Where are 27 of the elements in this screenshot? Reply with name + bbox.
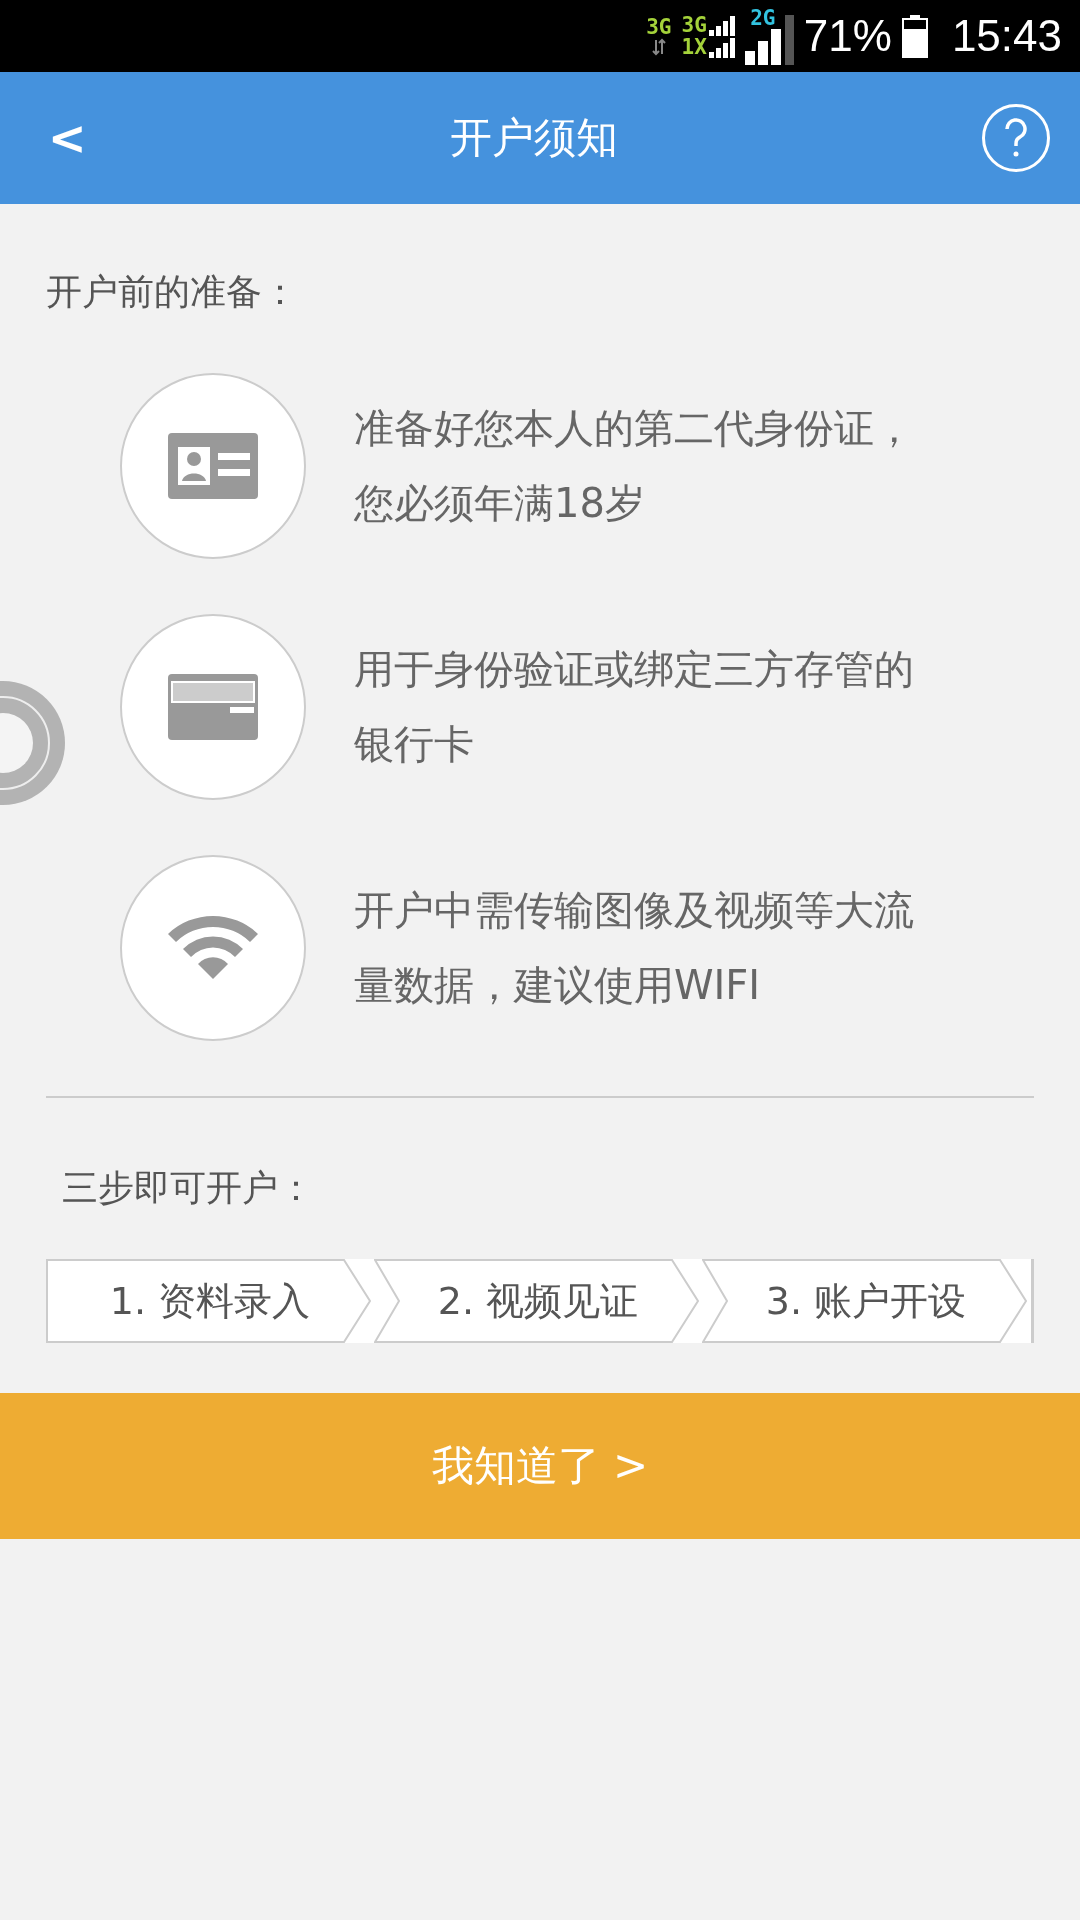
wifi-icon [168,915,258,981]
battery-icon [901,14,928,58]
bank-card-icon [168,674,258,740]
confirm-button[interactable]: 我知道了 > [0,1393,1080,1539]
battery-percentage: 71% [803,11,892,61]
step-label: 2. 视频见证 [374,1259,702,1343]
section-heading: 开户前的准备： [46,270,299,314]
signal-bar-icon [784,15,794,65]
clock-time: 15:43 [951,11,1062,61]
requirement-text: 准备好您本人的第二代身份证， 您必须年满18岁 [354,404,915,528]
network-type-label: 1X [681,36,707,58]
signal-bars-icon [708,16,735,36]
network-type-label: 3G [646,16,672,38]
signal-bars-icon [744,29,781,65]
signal-bars-icon [708,38,735,58]
requirement-text: 用于身份验证或绑定三方存管的 银行卡 [354,645,915,769]
back-button[interactable]: < [48,111,87,165]
id-card-icon [168,433,258,499]
network-type-label: 3G [681,14,707,36]
step-label: 1. 资料录入 [46,1259,374,1343]
data-arrows-icon [651,38,666,56]
section-heading: 三步即可开户： [62,1166,315,1210]
step-label: 3. 账户开设 [702,1259,1030,1343]
requirement-text: 开户中需传输图像及视频等大流 量数据，建议使用WIFI [354,886,915,1010]
help-button[interactable] [982,104,1050,172]
network-type-label: 2G [750,7,776,29]
page-title: 开户须知 [450,112,619,164]
